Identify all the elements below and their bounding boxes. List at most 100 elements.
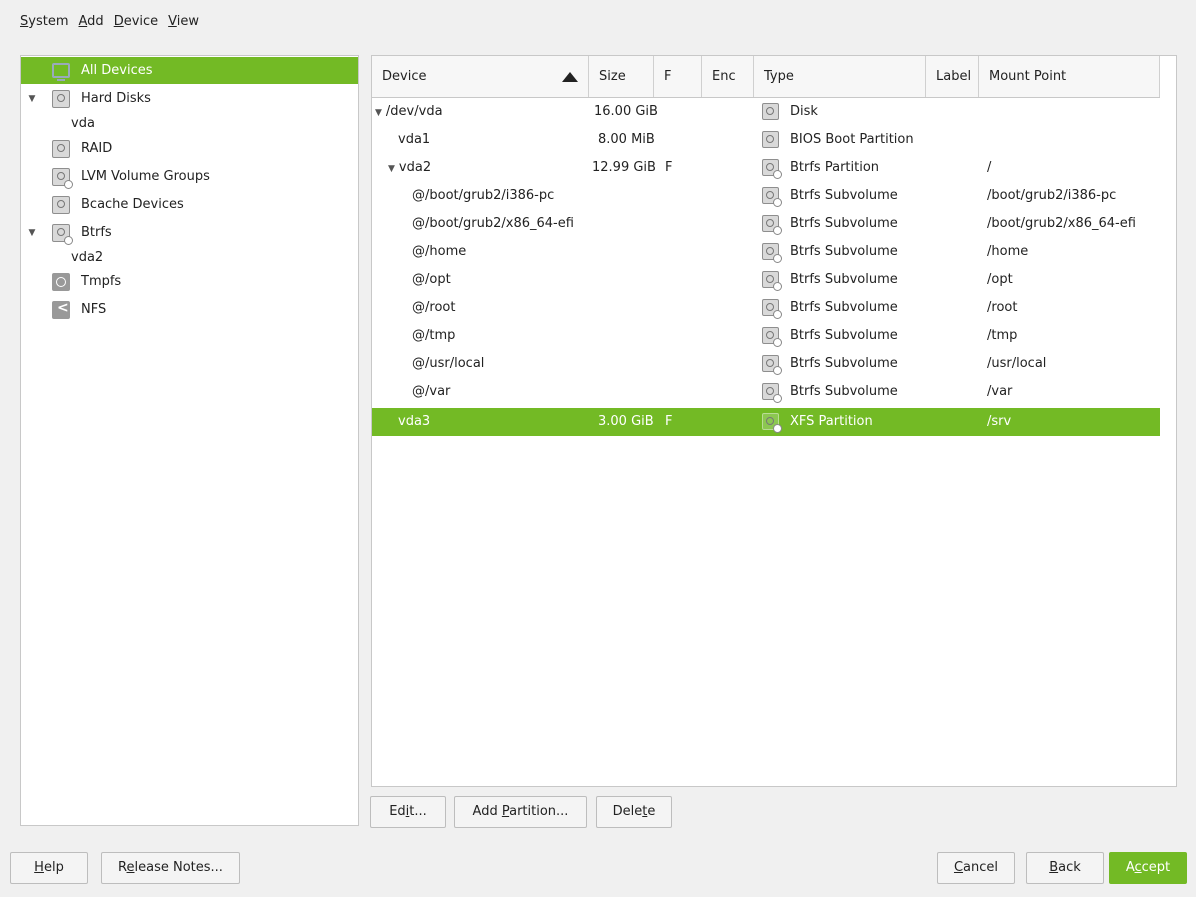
cell-type: Disk	[790, 104, 818, 119]
cell-type: Btrfs Subvolume	[790, 384, 898, 399]
expand-arrow-icon[interactable]: ▼	[388, 164, 395, 174]
tree-item-vda2[interactable]: vda2	[21, 244, 358, 271]
column-header-device[interactable]: Device	[372, 56, 589, 97]
column-header-size[interactable]: Size	[589, 56, 654, 97]
cancel-button-label-rest: ancel	[963, 860, 999, 875]
table-row[interactable]: @/home Btrfs Subvolume /home	[372, 238, 1160, 266]
release-notes-button[interactable]: Release Notes...	[101, 852, 240, 884]
add-partition-button[interactable]: Add Partition...	[454, 796, 587, 828]
menu-device[interactable]: Device	[114, 14, 158, 34]
column-header-label: Size	[599, 69, 626, 84]
column-header-enc[interactable]: Enc	[702, 56, 754, 97]
tree-item-hard-disks[interactable]: ▼ Hard Disks	[21, 85, 358, 112]
cell-type: BIOS Boot Partition	[790, 132, 914, 147]
expand-arrow-icon[interactable]: ▼	[375, 108, 382, 118]
cell-device: @/opt	[412, 272, 451, 287]
menu-system-label: ystem	[28, 14, 69, 29]
btrfs-icon	[52, 223, 73, 245]
menu-view-label: iew	[176, 14, 200, 29]
column-header-mount-point[interactable]: Mount Point	[979, 56, 1160, 97]
subvolume-icon	[762, 355, 782, 375]
delete-button[interactable]: Delete	[596, 796, 672, 828]
column-header-label[interactable]: Label	[926, 56, 979, 97]
cell-device: @/var	[412, 384, 451, 399]
cell-device: ▼/dev/vda	[375, 98, 443, 126]
column-header-f[interactable]: F	[654, 56, 702, 97]
menu-view[interactable]: View	[168, 14, 199, 34]
cell-device: vda1	[398, 132, 431, 147]
expand-arrow-icon[interactable]: ▼	[26, 228, 38, 238]
disk-icon	[52, 89, 70, 108]
cell-mount-point: /var	[987, 384, 1013, 399]
column-header-type[interactable]: Type	[754, 56, 926, 97]
cancel-button[interactable]: Cancel	[937, 852, 1015, 884]
table-row[interactable]: ▼ vda2 12.99 GiB F Btrfs Partition /	[372, 154, 1160, 182]
table-row[interactable]: ▼/dev/vda 16.00 GiB Disk	[372, 98, 1160, 126]
table-row[interactable]: vda1 8.00 MiB BIOS Boot Partition	[372, 126, 1160, 154]
accept-button-label: A	[1125, 860, 1135, 875]
column-header-label: Label	[936, 69, 972, 84]
table-row[interactable]: @/tmp Btrfs Subvolume /tmp	[372, 322, 1160, 350]
cell-mount-point: /home	[987, 244, 1029, 259]
cell-mount-point: /	[987, 160, 992, 175]
tree-item-vda[interactable]: vda	[21, 110, 358, 137]
tree-item-bcache-devices[interactable]: Bcache Devices	[21, 191, 358, 218]
table-row[interactable]: @/var Btrfs Subvolume /var	[372, 378, 1160, 406]
accept-button[interactable]: Accept	[1109, 852, 1187, 884]
cell-device: @/home	[412, 244, 467, 259]
subvolume-icon	[762, 299, 782, 319]
menu-view-mnemonic: V	[168, 14, 177, 29]
subvolume-icon	[762, 215, 782, 235]
delete-button-label-rest: e	[647, 804, 656, 819]
tree-item-nfs[interactable]: NFS	[21, 296, 358, 323]
accept-button-mnemonic: c	[1134, 860, 1142, 875]
back-button-label-rest: ack	[1058, 860, 1081, 875]
edit-button[interactable]: Edit...	[370, 796, 446, 828]
tree-item-raid[interactable]: RAID	[21, 135, 358, 162]
cell-mount-point: /boot/grub2/i386-pc	[987, 188, 1117, 203]
cell-type: Btrfs Subvolume	[790, 356, 898, 371]
cell-f: F	[665, 414, 673, 429]
add-partition-button-label: Add	[472, 804, 502, 819]
cell-device: vda3	[398, 414, 431, 429]
disk-icon	[52, 139, 70, 158]
tree-item-label: RAID	[81, 141, 113, 156]
cell-device: ▼ vda2	[388, 154, 431, 182]
cell-device: @/tmp	[412, 328, 456, 343]
cell-mount-point: /boot/grub2/x86_64-efi	[987, 216, 1136, 231]
add-partition-button-label-rest: artition...	[509, 804, 569, 819]
release-notes-button-mnemonic: e	[126, 860, 135, 875]
device-tree: All Devices ▼ Hard Disks vda RAID LVM Vo…	[20, 55, 359, 826]
tree-item-label: Hard Disks	[81, 91, 151, 106]
tree-item-label: LVM Volume Groups	[81, 169, 210, 184]
column-header-label: Device	[382, 69, 427, 84]
help-button-label-rest: elp	[43, 860, 64, 875]
tree-item-lvm-volume-groups[interactable]: LVM Volume Groups	[21, 163, 358, 190]
menu-system[interactable]: System	[20, 14, 69, 34]
disk-icon	[762, 103, 779, 120]
accept-button-label-rest: cept	[1141, 860, 1171, 875]
cell-type: Btrfs Subvolume	[790, 328, 898, 343]
cell-f: F	[665, 160, 673, 175]
monitor-icon	[52, 63, 70, 81]
cell-type: Btrfs Subvolume	[790, 244, 898, 259]
table-row[interactable]: @/boot/grub2/x86_64-efi Btrfs Subvolume …	[372, 210, 1160, 238]
table-row[interactable]: @/boot/grub2/i386-pc Btrfs Subvolume /bo…	[372, 182, 1160, 210]
column-header-label: Type	[764, 69, 794, 84]
back-button[interactable]: Back	[1026, 852, 1104, 884]
tree-item-tmpfs[interactable]: Tmpfs	[21, 268, 358, 295]
cell-device: @/boot/grub2/i386-pc	[412, 188, 555, 203]
table-row[interactable]: @/root Btrfs Subvolume /root	[372, 294, 1160, 322]
cell-device-text: vda2	[398, 160, 432, 175]
table-row[interactable]: @/usr/local Btrfs Subvolume /usr/local	[372, 350, 1160, 378]
table-row[interactable]: @/opt Btrfs Subvolume /opt	[372, 266, 1160, 294]
help-button[interactable]: Help	[10, 852, 88, 884]
table-header: Device Size F Enc Type Label Mount Point	[372, 56, 1160, 98]
expand-arrow-icon[interactable]: ▼	[26, 94, 38, 104]
release-notes-button-label: R	[118, 860, 127, 875]
table-row-selected[interactable]: vda3 3.00 GiB F XFS Partition /srv	[372, 408, 1160, 436]
tree-item-btrfs[interactable]: ▼ Btrfs	[21, 219, 358, 246]
menu-add[interactable]: Add	[79, 14, 104, 34]
tree-item-all-devices[interactable]: All Devices	[21, 57, 358, 84]
help-button-mnemonic: H	[34, 860, 44, 875]
